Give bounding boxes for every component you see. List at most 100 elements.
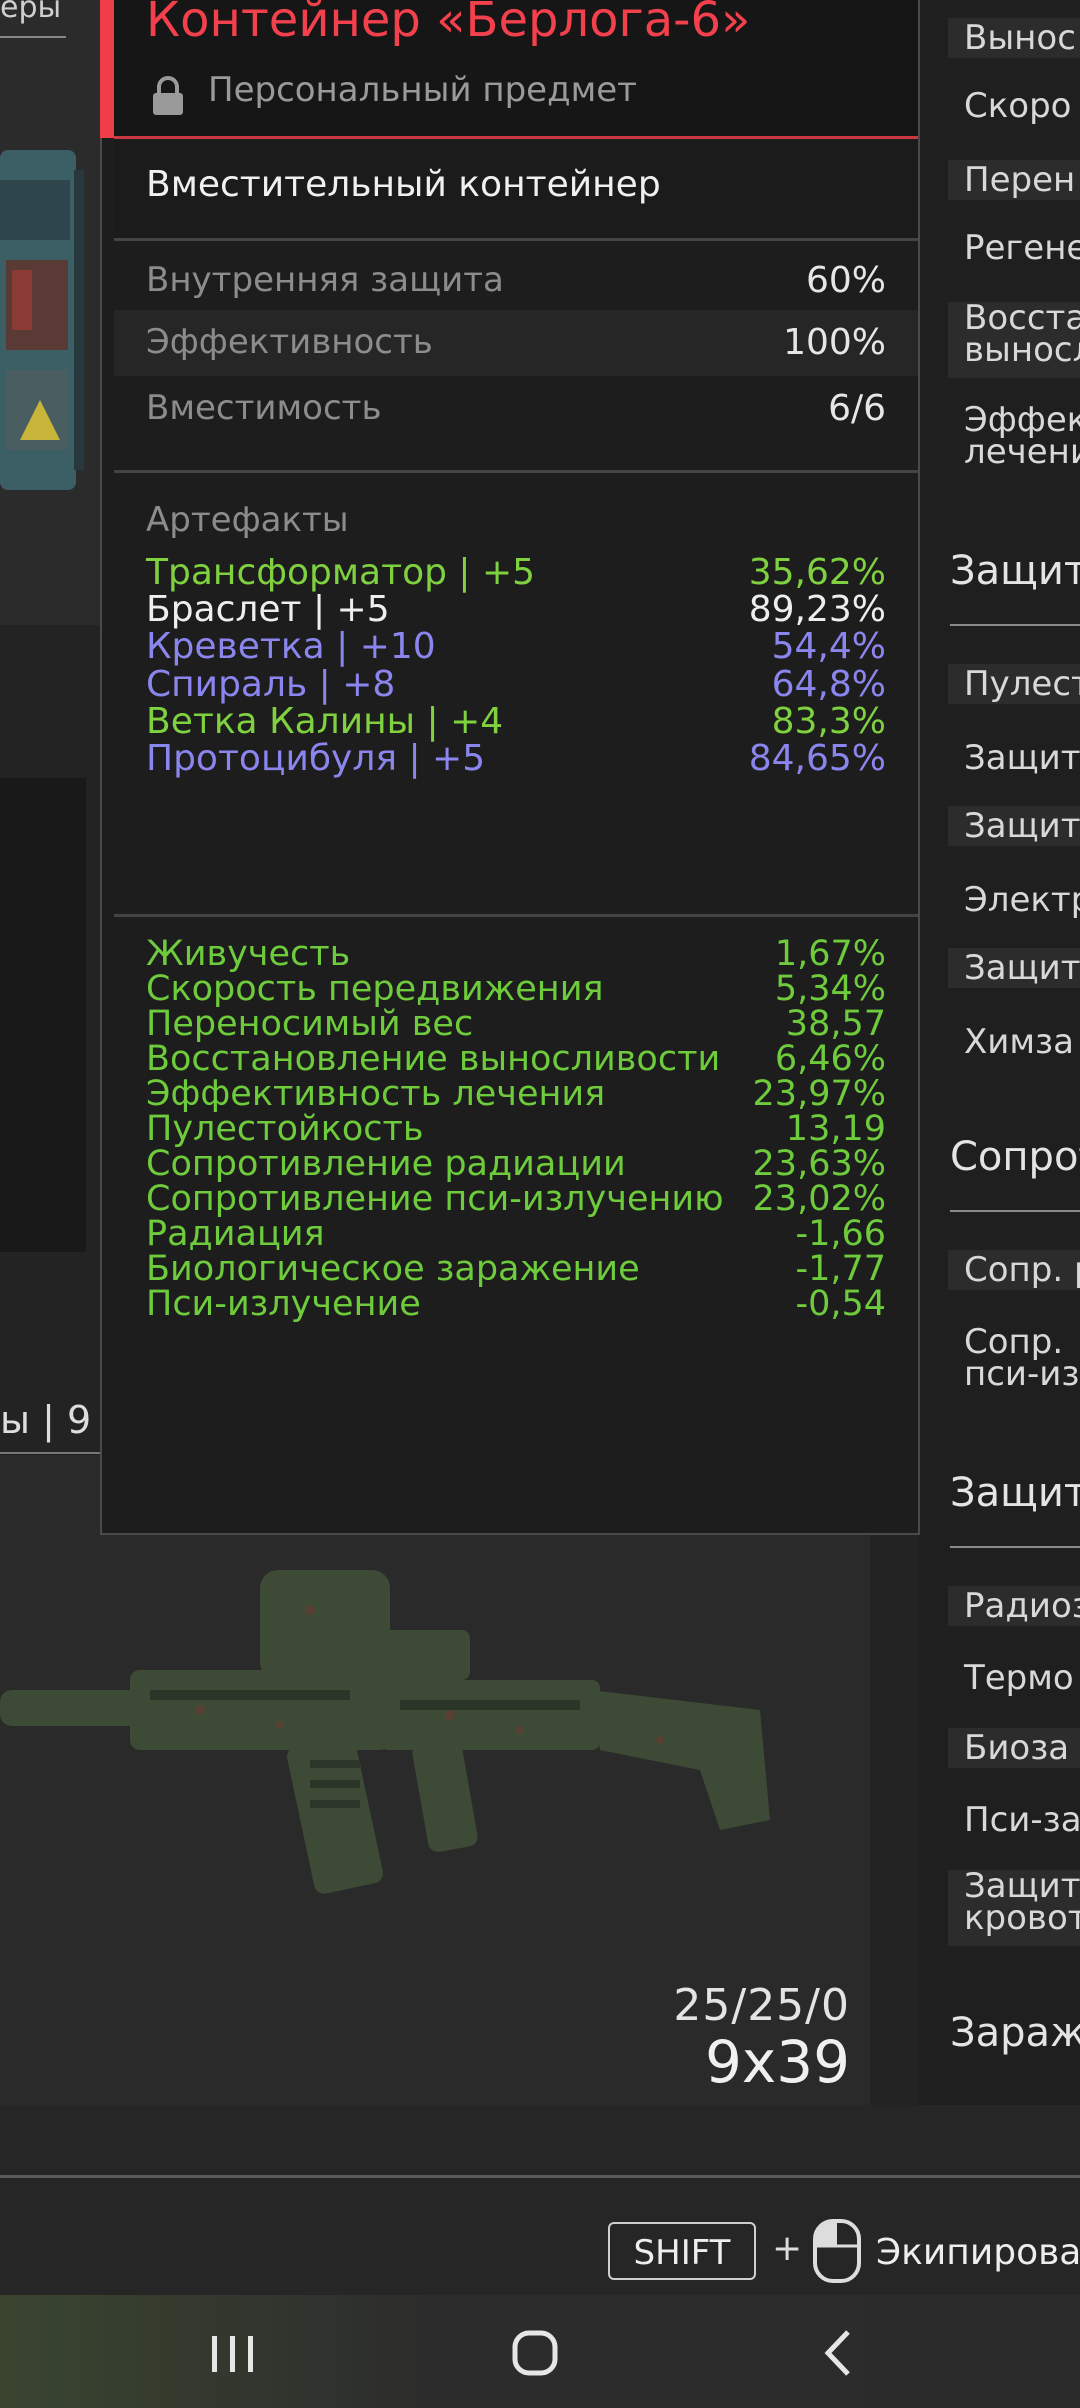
- shift-key-hint: SHIFT: [608, 2222, 756, 2280]
- stat-row: Биоза: [948, 1728, 1080, 1768]
- effect-name: Скорость передвижения: [146, 969, 604, 1009]
- stat-row: Сопр. р: [948, 1250, 1080, 1290]
- left-tab-label[interactable]: еры: [0, 0, 61, 25]
- effect-name: Радиация: [146, 1214, 325, 1254]
- stat-row: Скоро: [964, 86, 1072, 126]
- effect-value: 23,97%: [752, 1074, 886, 1114]
- artifact-name: Спираль | +8: [146, 663, 396, 705]
- artifact-value: 83,3%: [771, 700, 886, 742]
- effect-value: 13,19: [785, 1109, 886, 1149]
- stat-row: Вместимость 6/6: [114, 376, 918, 442]
- bottom-divider: [0, 2175, 1080, 2178]
- effect-name: Сопротивление радиации: [146, 1144, 626, 1184]
- effect-name: Пулестойкость: [146, 1109, 424, 1149]
- artifact-value: 64,8%: [771, 663, 886, 705]
- effect-value: -1,77: [795, 1249, 886, 1289]
- artifact-name: Креветка | +10: [146, 626, 436, 668]
- artifact-name: Ветка Калины | +4: [146, 700, 504, 742]
- stat-row: Восста выносл: [948, 301, 1080, 378]
- effect-value: 6,46%: [774, 1039, 886, 1079]
- effect-name: Биологическое заражение: [146, 1249, 640, 1289]
- stat-row: Защит: [948, 806, 1080, 846]
- effect-name: Восстановление выносливости: [146, 1039, 721, 1079]
- home-icon[interactable]: [500, 2318, 570, 2388]
- stat-row: Регене: [964, 228, 1080, 268]
- artifacts-heading: Артефакты: [146, 500, 349, 540]
- item-type: Вместительный контейнер: [146, 164, 661, 205]
- section-title: Зараж: [950, 2010, 1080, 2056]
- stat-row: Радиоз: [948, 1586, 1080, 1626]
- container-thumbnail-icon[interactable]: [0, 140, 86, 520]
- left-slot-panel[interactable]: [0, 778, 86, 1252]
- effect-name: Сопротивление пси-излучению: [146, 1179, 724, 1219]
- divider: [114, 914, 918, 917]
- caliber-label: 9x39: [704, 2028, 850, 2096]
- left-weapon-label[interactable]: ы | 9: [0, 1398, 91, 1442]
- effect-name: Живучесть: [146, 934, 351, 974]
- stat-row: Сопр. пси-из: [964, 1325, 1080, 1394]
- effect-value: 23,63%: [752, 1144, 886, 1184]
- stat-row: Вынос: [948, 18, 1080, 58]
- stat-row: Внутренняя защита 60%: [114, 248, 918, 314]
- effect-name: Переносимый вес: [146, 1004, 474, 1044]
- artifact-name: Протоцибуля | +5: [146, 738, 486, 779]
- lock-icon: [153, 76, 183, 115]
- stat-label: Вместимость: [146, 388, 382, 428]
- stats-column[interactable]: Вынос Скоро Перен Регене Восста выносл Э…: [918, 0, 1080, 2105]
- stat-label: Эффективность: [146, 322, 433, 362]
- effect-value: -1,66: [795, 1214, 886, 1254]
- stat-line: пси-из: [964, 1354, 1080, 1394]
- tooltip-accent-bar: [100, 0, 114, 138]
- stat-value: 6/6: [828, 388, 886, 429]
- item-subtitle: Персональный предмет: [208, 70, 637, 110]
- ammo-count: 25/25/0: [673, 1980, 850, 2031]
- section-underline: [950, 624, 1080, 626]
- divider: [114, 238, 918, 241]
- stat-row: Защит: [948, 948, 1080, 988]
- stat-row: Пси-за: [964, 1800, 1080, 1840]
- stat-row: Эффек лечени: [964, 403, 1080, 472]
- effect-value: 38,57: [785, 1004, 886, 1044]
- artifact-value: 84,65%: [748, 738, 886, 779]
- section-underline: [950, 1210, 1080, 1212]
- artifact-value: 35,62%: [748, 552, 886, 593]
- left-tab-underline: [0, 36, 66, 38]
- plus-sign: +: [772, 2228, 803, 2269]
- effect-value: 5,34%: [774, 969, 886, 1009]
- stat-value: 60%: [805, 260, 886, 301]
- item-title: Контейнер «Берлога-6»: [146, 0, 751, 48]
- stat-row: Химза: [964, 1022, 1074, 1062]
- artifact-row[interactable]: Протоцибуля | +5 84,65%: [146, 738, 886, 794]
- effect-value: 1,67%: [774, 934, 886, 974]
- recent-apps-icon[interactable]: [198, 2318, 268, 2388]
- effect-name: Эффективность лечения: [146, 1074, 606, 1114]
- artifact-value: 89,23%: [748, 589, 886, 631]
- mouse-icon: [813, 2219, 861, 2283]
- stat-row: Эффективность 100%: [114, 310, 918, 376]
- stat-row: Электр: [964, 880, 1080, 920]
- effect-value: 23,02%: [752, 1179, 886, 1219]
- tooltip-header-divider: [114, 136, 918, 139]
- stat-row: Защит: [964, 738, 1080, 778]
- artifact-value: 54,4%: [771, 626, 886, 668]
- rifle-icon: [0, 1570, 770, 1894]
- artifact-name: Браслет | +5: [146, 589, 390, 631]
- artifact-name: Трансформатор | +5: [146, 552, 536, 593]
- back-icon[interactable]: [804, 2318, 874, 2388]
- section-underline: [950, 1546, 1080, 1548]
- stat-line: выносл: [964, 330, 1080, 370]
- left-weapon-underline: [0, 1452, 100, 1454]
- effect-value: -0,54: [795, 1284, 886, 1324]
- effect-name: Пси-излучение: [146, 1284, 421, 1324]
- stat-value: 100%: [783, 322, 886, 363]
- stat-row: Перен: [948, 160, 1080, 200]
- equip-action-label[interactable]: Экипироват: [876, 2232, 1080, 2273]
- section-title: Защит: [950, 1470, 1080, 1516]
- stat-row: Пулест: [948, 664, 1080, 704]
- stat-line: кровот: [964, 1898, 1080, 1938]
- divider: [114, 470, 918, 473]
- stat-line: лечени: [964, 432, 1080, 472]
- effect-row: Пси-излучение -0,54: [146, 1284, 886, 1336]
- stat-row: Термо: [964, 1658, 1074, 1698]
- stat-label: Внутренняя защита: [146, 260, 504, 300]
